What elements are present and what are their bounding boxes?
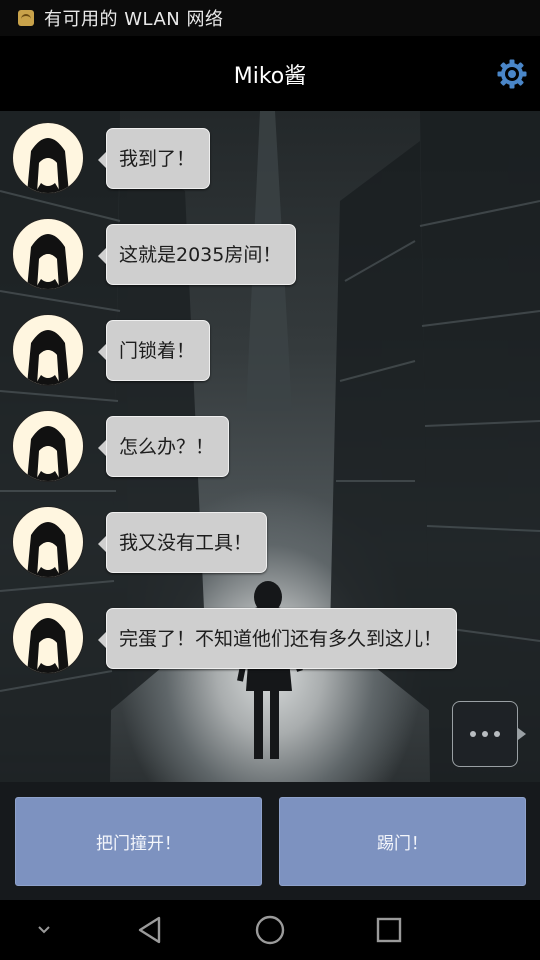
settings-button[interactable] [494, 56, 530, 92]
avatar [12, 218, 84, 290]
chat-message: 怎么办？！ [12, 410, 230, 482]
wifi-notification-icon [18, 10, 34, 26]
back-triangle-icon[interactable] [132, 912, 168, 948]
typing-dots-icon [452, 701, 526, 767]
gear-icon [497, 59, 527, 89]
recents-square-icon[interactable] [371, 912, 407, 948]
message-bubble: 我到了！ [106, 127, 211, 189]
avatar [12, 602, 84, 674]
message-bubble: 完蛋了！不知道他们还有多久到这儿！ [106, 607, 458, 669]
system-nav-bar [0, 900, 540, 960]
avatar [12, 410, 84, 482]
status-bar: 有可用的 WLAN 网络 [0, 0, 540, 36]
avatar [12, 506, 84, 578]
app-bar: Miko酱 [0, 36, 540, 111]
choice-button-kick-door[interactable]: 踢门！ [279, 797, 526, 886]
avatar [12, 122, 84, 194]
avatar [12, 314, 84, 386]
phone-screen: 有可用的 WLAN 网络 Miko酱 我到了！ 这就是2035房间！ 门锁着！ … [0, 0, 540, 960]
chat-message: 这就是2035房间！ [12, 218, 297, 290]
chat-message: 我又没有工具！ [12, 506, 268, 578]
chat-message: 完蛋了！不知道他们还有多久到这儿！ [12, 602, 458, 674]
choice-panel: 把门撞开！ 踢门！ [0, 782, 540, 900]
message-bubble: 门锁着！ [106, 319, 211, 381]
message-bubble: 怎么办？！ [106, 415, 230, 477]
chat-message: 我到了！ [12, 122, 211, 194]
chat-title: Miko酱 [233, 63, 307, 89]
chevron-down-icon[interactable] [26, 912, 62, 948]
choice-button-break-door[interactable]: 把门撞开！ [15, 797, 262, 886]
chat-message: 门锁着！ [12, 314, 211, 386]
home-circle-icon[interactable] [252, 912, 288, 948]
message-bubble: 这就是2035房间！ [106, 223, 297, 285]
status-text: 有可用的 WLAN 网络 [44, 9, 224, 30]
message-bubble: 我又没有工具！ [106, 511, 268, 573]
